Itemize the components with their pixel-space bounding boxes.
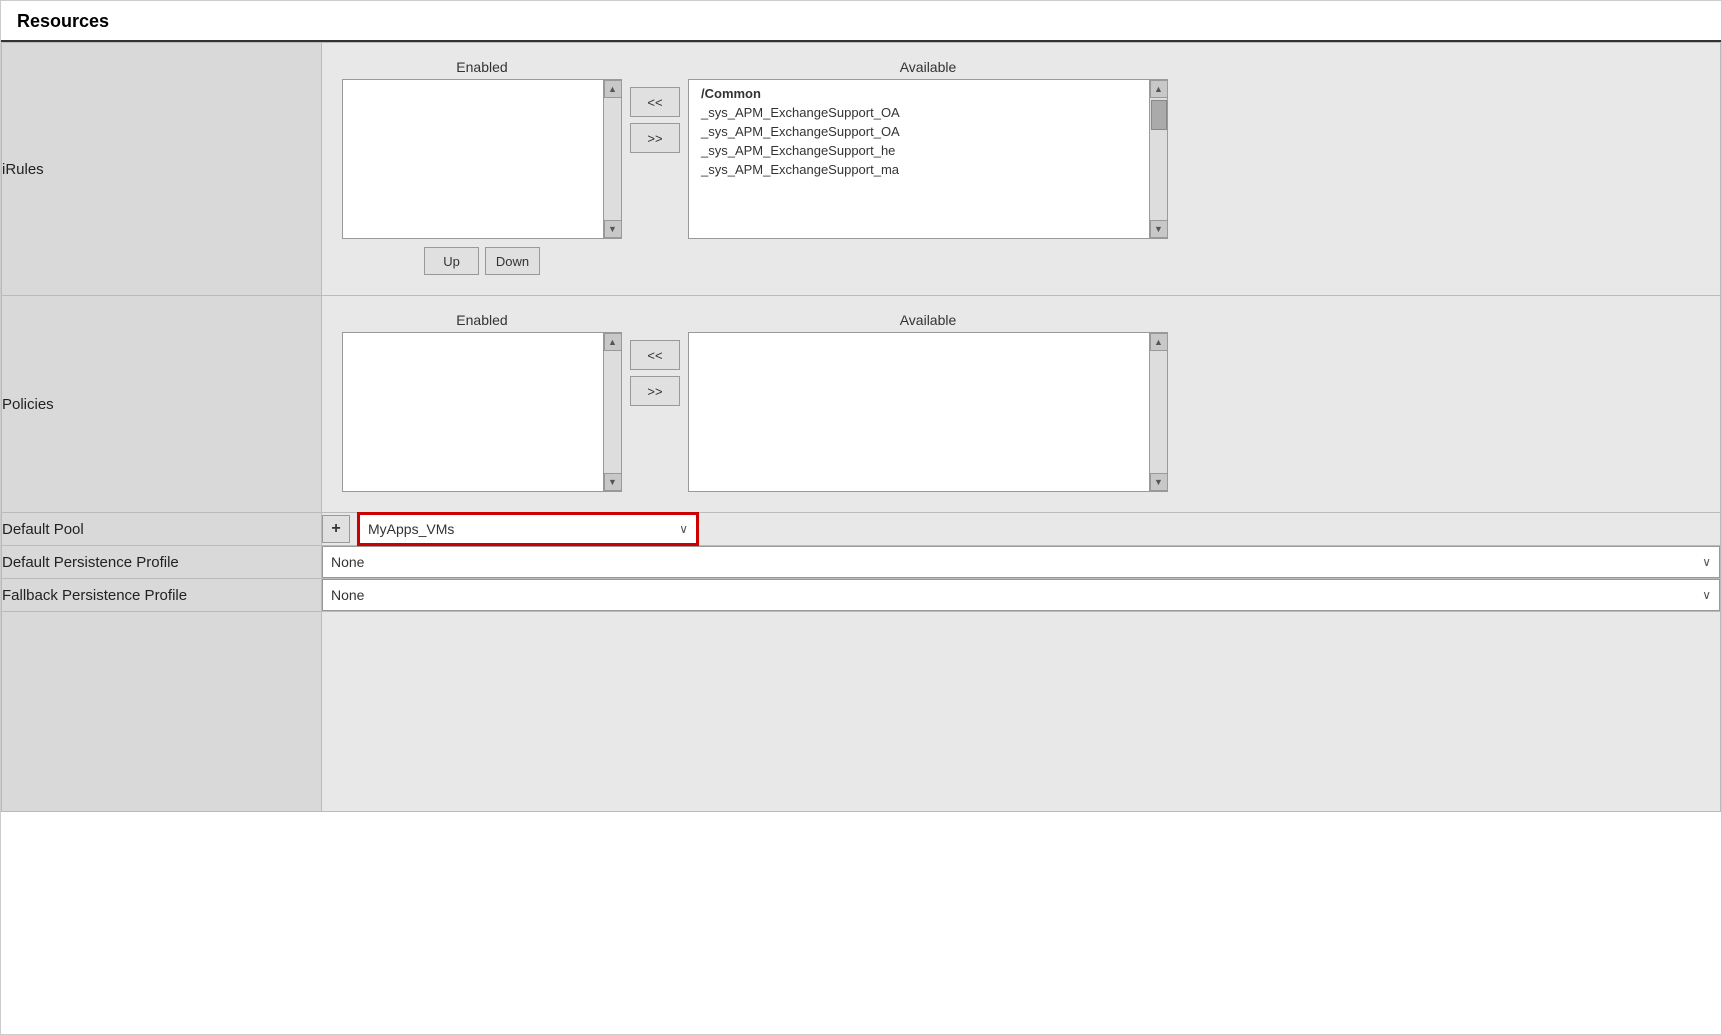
irules-available-item-1[interactable]: _sys_APM_ExchangeSupport_OA bbox=[697, 103, 1159, 122]
default-pool-add-button[interactable]: + bbox=[322, 515, 350, 543]
irules-available-item-3[interactable]: _sys_APM_ExchangeSupport_he bbox=[697, 141, 1159, 160]
policies-enabled-scrollbar: ▲ ▼ bbox=[603, 333, 621, 491]
policies-enabled-listbox[interactable]: ▲ ▼ bbox=[342, 332, 622, 492]
irules-enabled-content bbox=[343, 80, 621, 238]
irules-label: iRules bbox=[2, 161, 44, 178]
irules-enabled-scroll-up[interactable]: ▲ bbox=[604, 80, 622, 98]
resources-title: Resources bbox=[17, 11, 109, 31]
policies-transfer-container: << >> bbox=[630, 340, 680, 406]
irules-available-scrollbar: ▲ ▼ bbox=[1149, 80, 1167, 238]
policies-row: Policies Enabled ▲ ▼ bbox=[2, 296, 1721, 513]
irules-available-item-common[interactable]: /Common bbox=[697, 84, 1159, 103]
policies-move-right-button[interactable]: >> bbox=[630, 376, 680, 406]
irules-down-button[interactable]: Down bbox=[485, 247, 540, 275]
default-persistence-value: None bbox=[331, 554, 364, 570]
irules-available-scroll-thumb bbox=[1151, 100, 1167, 130]
fallback-persistence-value: None bbox=[331, 587, 364, 603]
default-pool-container: + MyApps_VMs ∨ bbox=[322, 513, 1720, 545]
irules-enabled-scroll-down[interactable]: ▼ bbox=[604, 220, 622, 238]
filler-row bbox=[2, 612, 1721, 812]
fallback-persistence-dropdown[interactable]: None ∨ bbox=[322, 579, 1720, 611]
policies-available-content bbox=[689, 333, 1167, 491]
irules-updown-container: Up Down bbox=[424, 247, 540, 275]
default-pool-label: Default Pool bbox=[2, 521, 84, 538]
policies-available-scroll-up[interactable]: ▲ bbox=[1150, 333, 1168, 351]
default-persistence-chevron: ∨ bbox=[1702, 555, 1711, 569]
irules-available-content: /Common _sys_APM_ExchangeSupport_OA _sys… bbox=[689, 80, 1167, 238]
policies-available-scrollbar: ▲ ▼ bbox=[1149, 333, 1167, 491]
policies-enabled-scroll-up[interactable]: ▲ bbox=[604, 333, 622, 351]
policies-available-scroll-down[interactable]: ▼ bbox=[1150, 473, 1168, 491]
fallback-persistence-row: Fallback Persistence Profile None ∨ bbox=[2, 579, 1721, 612]
irules-move-right-button[interactable]: >> bbox=[630, 123, 680, 153]
policies-move-left-button[interactable]: << bbox=[630, 340, 680, 370]
default-persistence-label: Default Persistence Profile bbox=[2, 554, 179, 571]
policies-enabled-header: Enabled bbox=[456, 312, 507, 328]
irules-transfer-container: << >> bbox=[630, 87, 680, 153]
policies-available-header: Available bbox=[900, 312, 957, 328]
irules-up-button[interactable]: Up bbox=[424, 247, 479, 275]
irules-available-scroll-up[interactable]: ▲ bbox=[1150, 80, 1168, 98]
irules-enabled-scrollbar: ▲ ▼ bbox=[603, 80, 621, 238]
default-persistence-row: Default Persistence Profile None ∨ bbox=[2, 546, 1721, 579]
default-pool-value: MyApps_VMs bbox=[368, 521, 454, 537]
policies-enabled-content bbox=[343, 333, 621, 491]
irules-available-scroll-down[interactable]: ▼ bbox=[1150, 220, 1168, 238]
fallback-persistence-label: Fallback Persistence Profile bbox=[2, 587, 187, 604]
fallback-persistence-chevron: ∨ bbox=[1702, 588, 1711, 602]
irules-available-item-4[interactable]: _sys_APM_ExchangeSupport_ma bbox=[697, 160, 1159, 179]
policies-available-listbox[interactable]: ▲ ▼ bbox=[688, 332, 1168, 492]
policies-label: Policies bbox=[2, 396, 54, 413]
default-pool-chevron: ∨ bbox=[679, 522, 688, 536]
policies-enabled-scroll-down[interactable]: ▼ bbox=[604, 473, 622, 491]
default-pool-row: Default Pool + MyApps_VMs ∨ bbox=[2, 513, 1721, 546]
irules-available-listbox[interactable]: /Common _sys_APM_ExchangeSupport_OA _sys… bbox=[688, 79, 1168, 239]
irules-available-header: Available bbox=[900, 59, 957, 75]
irules-enabled-listbox[interactable]: ▲ ▼ bbox=[342, 79, 622, 239]
default-persistence-dropdown[interactable]: None ∨ bbox=[322, 546, 1720, 578]
irules-available-item-2[interactable]: _sys_APM_ExchangeSupport_OA bbox=[697, 122, 1159, 141]
default-pool-dropdown[interactable]: MyApps_VMs ∨ bbox=[358, 513, 698, 545]
irules-row: iRules Enabled ▲ ▼ bbox=[2, 43, 1721, 296]
irules-enabled-header: Enabled bbox=[456, 59, 507, 75]
irules-move-left-button[interactable]: << bbox=[630, 87, 680, 117]
